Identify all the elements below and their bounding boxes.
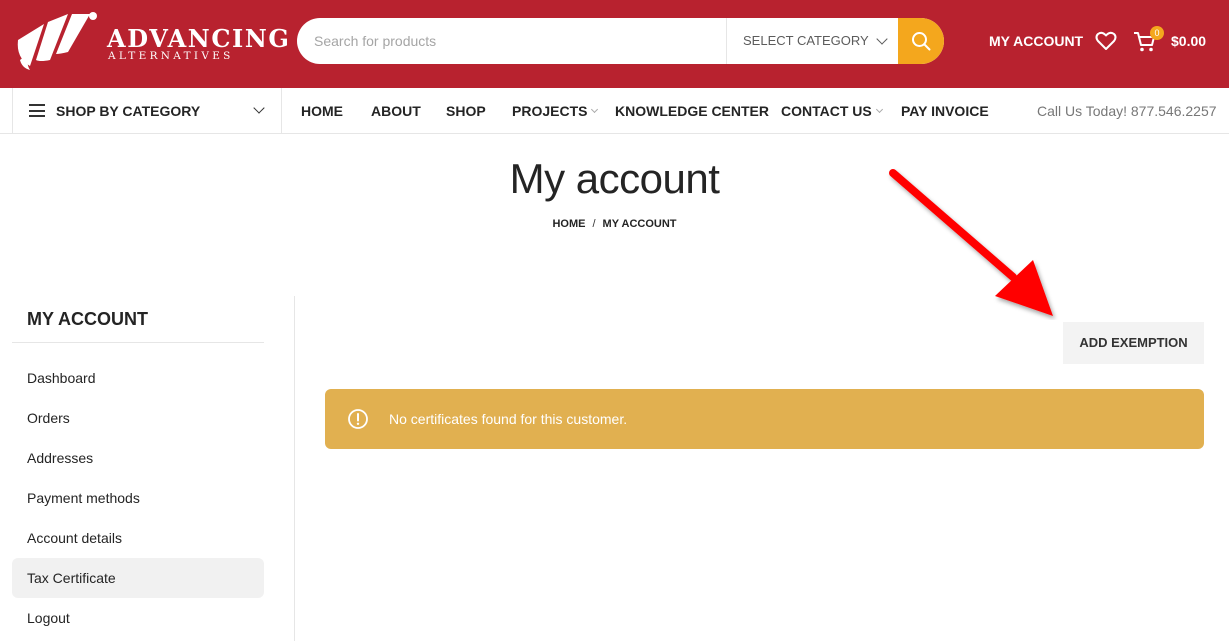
info-circle-icon: [348, 409, 368, 429]
sidebar-item-dashboard[interactable]: Dashboard: [12, 358, 264, 398]
cart-total[interactable]: $0.00: [1171, 33, 1206, 49]
submenu-chevron-icon: [875, 105, 883, 114]
category-select[interactable]: SELECT CATEGORY: [726, 18, 898, 64]
nav-item-shop[interactable]: SHOP: [446, 103, 486, 119]
hamburger-menu-icon: [29, 104, 45, 117]
sidebar-item-payment-methods[interactable]: Payment methods: [12, 478, 264, 518]
logo-wordmark: ADVANCING: [107, 24, 291, 53]
content-divider: [294, 296, 295, 641]
breadcrumb-current: MY ACCOUNT: [602, 218, 677, 230]
annotation-arrow-icon: [889, 169, 1053, 316]
search-input[interactable]: [297, 18, 727, 64]
nav-item-contact-us[interactable]: CONTACT US: [781, 103, 883, 119]
info-notice: No certificates found for this customer.: [325, 389, 1204, 449]
notice-message: No certificates found for this customer.: [389, 411, 628, 427]
nav-item-pay-invoice[interactable]: PAY INVOICE: [901, 103, 989, 119]
shop-by-category-toggle[interactable]: SHOP BY CATEGORY: [12, 88, 282, 134]
site-header: ADVANCING ALTERNATIVES SELECT CATEGORY M…: [0, 0, 1229, 88]
chevron-down-icon: [253, 102, 265, 114]
logo-tagline: ALTERNATIVES: [108, 50, 234, 62]
category-select-label: SELECT CATEGORY: [743, 33, 869, 48]
search-bar: SELECT CATEGORY: [297, 18, 944, 64]
sidebar-item-tax-certificate[interactable]: Tax Certificate: [12, 558, 264, 598]
submenu-chevron-icon: [591, 105, 599, 114]
header-my-account-link[interactable]: MY ACCOUNT: [989, 33, 1083, 49]
sidebar-item-orders[interactable]: Orders: [12, 398, 264, 438]
phone-number[interactable]: Call Us Today! 877.546.2257: [1037, 103, 1217, 119]
search-button[interactable]: [898, 18, 944, 64]
site-logo[interactable]: ADVANCING ALTERNATIVES: [10, 10, 289, 72]
nav-item-about[interactable]: ABOUT: [371, 103, 421, 119]
nav-item-knowledge-center[interactable]: KNOWLEDGE CENTER: [615, 103, 769, 119]
sidebar-divider: [12, 342, 264, 343]
wishlist-heart-icon[interactable]: [1095, 31, 1117, 51]
chevron-down-icon: [876, 33, 888, 45]
shop-by-category-label: SHOP BY CATEGORY: [56, 103, 201, 119]
sidebar-item-addresses[interactable]: Addresses: [12, 438, 264, 478]
sidebar-item-logout[interactable]: Logout: [12, 598, 264, 638]
sidebar-title: MY ACCOUNT: [27, 309, 148, 329]
breadcrumb-separator: /: [592, 218, 596, 230]
cart-count-badge: 0: [1150, 26, 1164, 40]
logo-mark-icon: [17, 12, 97, 70]
main-navigation: SHOP BY CATEGORY HOME ABOUT SHOP PROJECT…: [0, 88, 1229, 134]
nav-item-home[interactable]: HOME: [301, 103, 343, 119]
search-icon: [912, 32, 931, 51]
breadcrumb-home-link[interactable]: HOME: [552, 218, 585, 230]
add-exemption-button[interactable]: ADD EXEMPTION: [1063, 322, 1204, 364]
nav-item-projects[interactable]: PROJECTS: [512, 103, 599, 119]
sidebar-item-account-details[interactable]: Account details: [12, 518, 264, 558]
